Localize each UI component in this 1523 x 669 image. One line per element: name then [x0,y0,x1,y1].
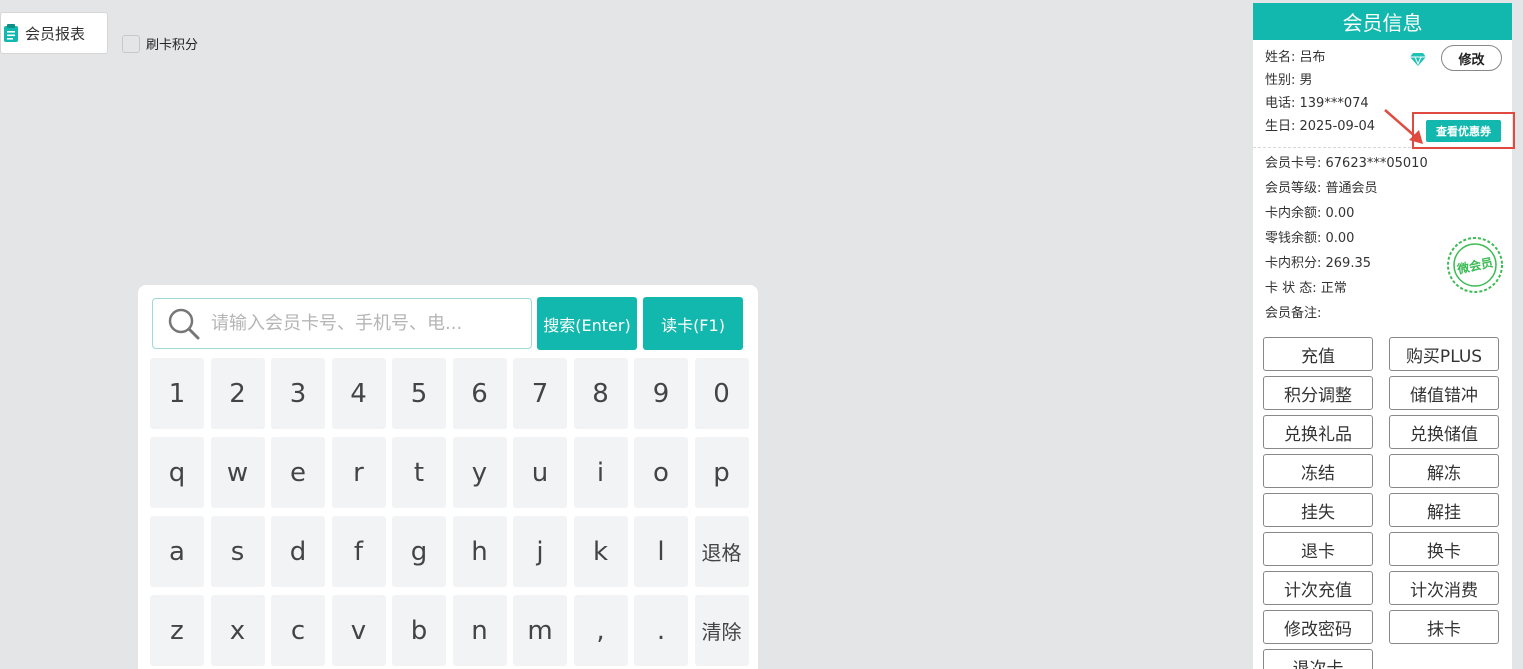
key-n[interactable]: n [452,595,507,666]
recharge-button[interactable]: 充值 [1263,337,1373,371]
swipe-points-checkbox[interactable] [122,34,140,53]
key-7[interactable]: 7 [513,358,567,429]
member-card-details: 会员卡号: 67623***05010 会员等级: 普通会员 卡内余额: 0.0… [1253,148,1512,326]
swipe-points-label: 刷卡积分 [146,38,199,53]
view-coupons-button[interactable]: 查看优惠券 [1426,120,1501,142]
key-g[interactable]: g [392,516,446,587]
return-card-button[interactable]: 退卡 [1263,532,1373,566]
key-r[interactable]: r [331,437,386,508]
key-t[interactable]: t [392,437,446,508]
key-period[interactable]: . [634,595,688,666]
count-recharge-button[interactable]: 计次充值 [1263,571,1373,605]
return-count-card-button[interactable]: 退次卡 [1263,649,1373,669]
key-b[interactable]: b [392,595,446,666]
member-level: 会员等级: 普通会员 [1265,181,1378,196]
unfreeze-button[interactable]: 解冻 [1389,454,1499,488]
key-j[interactable]: j [513,516,567,587]
member-actions: 充值 购买PLUS 积分调整 储值错冲 兑换礼品 兑换储值 冻结 解冻 挂失 解… [1263,337,1499,669]
adjust-points-button[interactable]: 积分调整 [1263,376,1373,410]
keypad-panel: 搜索(Enter) 读卡(F1) 1 2 3 4 5 6 7 8 9 0 q w… [138,285,758,669]
clipboard-icon [4,24,18,42]
key-x[interactable]: x [210,595,265,666]
key-q[interactable]: q [150,437,204,508]
wechat-member-stamp-icon: 微会员 [1447,237,1503,293]
coupon-highlight-box: 查看优惠券 [1412,112,1515,149]
member-gender: 性别: 男 [1265,73,1313,88]
key-w[interactable]: w [210,437,265,508]
card-balance: 卡内余额: 0.00 [1265,206,1355,221]
redeem-stored-value-button[interactable]: 兑换储值 [1389,415,1499,449]
member-remark: 会员备注: [1265,306,1322,321]
key-9[interactable]: 9 [634,358,688,429]
key-o[interactable]: o [634,437,688,508]
key-8[interactable]: 8 [573,358,628,429]
diamond-icon [1410,53,1426,66]
key-i[interactable]: i [573,437,628,508]
member-info-title: 会员信息 [1253,3,1512,40]
key-f[interactable]: f [331,516,386,587]
key-k[interactable]: k [573,516,628,587]
key-s[interactable]: s [210,516,265,587]
key-c[interactable]: c [271,595,325,666]
tab-label: 会员报表 [25,24,86,43]
key-m[interactable]: m [513,595,567,666]
key-z[interactable]: z [150,595,204,666]
change-password-button[interactable]: 修改密码 [1263,610,1373,644]
replace-card-button[interactable]: 换卡 [1389,532,1499,566]
key-u[interactable]: u [513,437,567,508]
key-1[interactable]: 1 [150,358,204,429]
key-2[interactable]: 2 [210,358,265,429]
member-info-panel: 会员信息 姓名: 吕布 性别: 男 电话: 139***074 生日: 2025… [1253,3,1515,669]
cancel-loss-button[interactable]: 解挂 [1389,493,1499,527]
member-basic-info: 姓名: 吕布 性别: 男 电话: 139***074 生日: 2025-09-0… [1253,40,1515,149]
key-3[interactable]: 3 [271,358,325,429]
swipe-points-toggle[interactable]: 刷卡积分 [122,34,198,53]
search-icon [168,308,200,339]
key-0[interactable]: 0 [694,358,749,429]
redeem-gift-button[interactable]: 兑换礼品 [1263,415,1373,449]
key-d[interactable]: d [271,516,325,587]
tab-member-report[interactable]: 会员报表 [0,12,108,54]
key-v[interactable]: v [331,595,386,666]
key-e[interactable]: e [271,437,325,508]
buy-plus-button[interactable]: 购买PLUS [1389,337,1499,371]
report-loss-button[interactable]: 挂失 [1263,493,1373,527]
key-p[interactable]: p [694,437,749,508]
key-clear[interactable]: 清除 [694,595,749,666]
wipe-card-button[interactable]: 抹卡 [1389,610,1499,644]
key-6[interactable]: 6 [452,358,507,429]
read-card-button[interactable]: 读卡(F1) [643,297,743,350]
reverse-stored-value-button[interactable]: 储值错冲 [1389,376,1499,410]
keypad: 1 2 3 4 5 6 7 8 9 0 q w e r t y u i o p … [150,358,749,666]
search-input[interactable] [211,313,511,334]
stamp-text: 微会员 [1455,254,1494,276]
key-4[interactable]: 4 [331,358,386,429]
search-button[interactable]: 搜索(Enter) [537,297,637,350]
key-a[interactable]: a [150,516,204,587]
key-l[interactable]: l [634,516,688,587]
key-backspace[interactable]: 退格 [694,516,749,587]
freeze-button[interactable]: 冻结 [1263,454,1373,488]
modify-button[interactable]: 修改 [1441,45,1502,71]
search-box [152,298,532,349]
key-y[interactable]: y [452,437,507,508]
key-5[interactable]: 5 [392,358,446,429]
key-h[interactable]: h [452,516,507,587]
count-consume-button[interactable]: 计次消费 [1389,571,1499,605]
member-card-number: 会员卡号: 67623***05010 [1265,156,1428,171]
key-comma[interactable]: , [573,595,628,666]
